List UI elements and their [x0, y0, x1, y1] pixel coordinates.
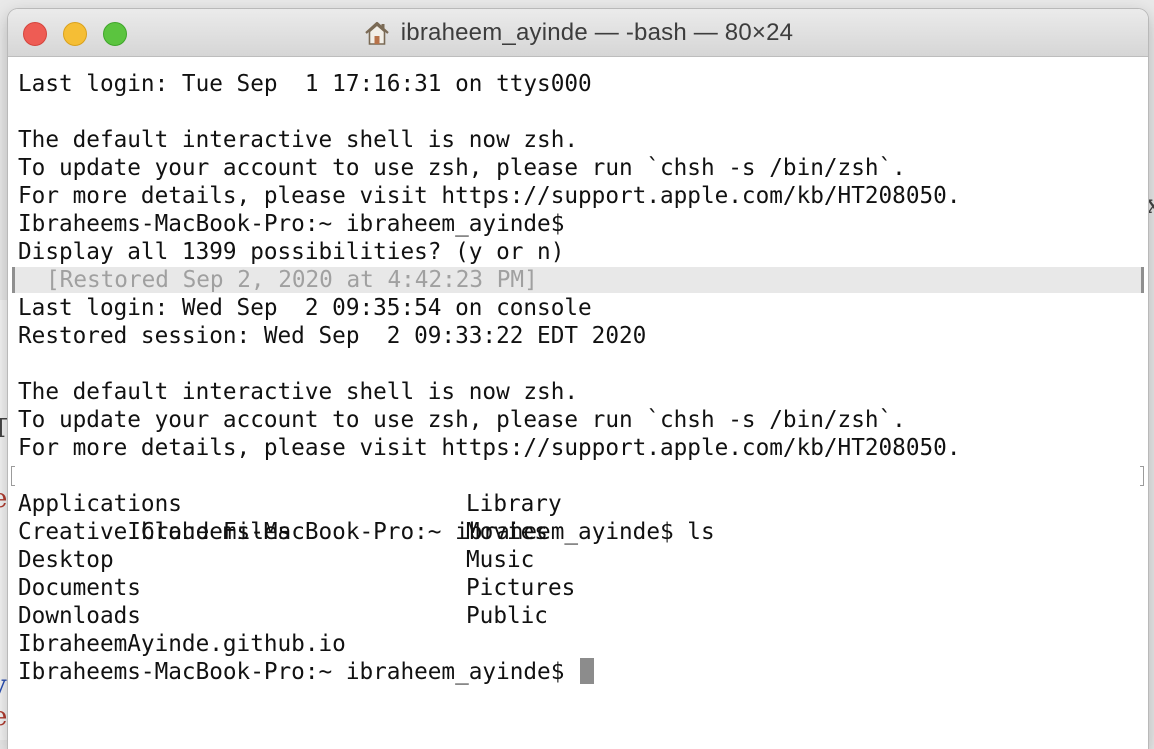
- terminal-line: To update your account to use zsh, pleas…: [18, 155, 906, 181]
- ls-entry: Library: [466, 491, 562, 517]
- ls-row: Applications Library: [18, 490, 960, 518]
- terminal-line: Ibraheems-MacBook-Pro:~ ibraheem_ayinde$: [18, 211, 565, 237]
- ls-entry: Public: [466, 603, 548, 629]
- ls-entry: IbraheemAyinde.github.io: [18, 631, 346, 657]
- terminal-line: Display all 1399 possibilities? (y or n): [18, 239, 565, 265]
- ls-entry: Applications: [18, 491, 182, 517]
- prompt-text: Ibraheems-MacBook-Pro:~ ibraheem_ayinde$: [18, 659, 579, 685]
- title-bar[interactable]: ibraheem_ayinde — -bash — 80×24: [8, 9, 1148, 57]
- terminal-line: Restored session: Wed Sep 2 09:33:22 EDT…: [18, 323, 647, 349]
- ls-entry: Movies: [466, 519, 548, 545]
- ls-row: IbraheemAyinde.github.io: [18, 630, 960, 658]
- ls-entry: Music: [466, 547, 535, 573]
- terminal-line: The default interactive shell is now zsh…: [18, 127, 579, 153]
- ls-entry: Documents: [18, 575, 141, 601]
- ls-entry: Pictures: [466, 575, 576, 601]
- terminal-content[interactable]: Last login: Tue Sep 1 17:16:31 on ttys00…: [8, 57, 1148, 749]
- terminal-line: To update your account to use zsh, pleas…: [18, 407, 906, 433]
- ls-entry: Desktop: [18, 547, 114, 573]
- terminal-window: ibraheem_ayinde — -bash — 80×24 Last log…: [8, 9, 1148, 749]
- terminal-line: For more details, please visit https://s…: [18, 435, 961, 461]
- prompt-line[interactable]: Ibraheems-MacBook-Pro:~ ibraheem_ayinde$: [18, 658, 960, 686]
- background-text: e: [0, 704, 7, 730]
- restored-marker-text: [Restored Sep 2, 2020 at 4:42:23 PM]: [46, 267, 538, 293]
- ls-row: Creative Cloud Files Movies: [18, 518, 960, 546]
- window-title: ibraheem_ayinde — -bash — 80×24: [400, 19, 794, 46]
- mark-bracket-right: [1140, 466, 1144, 486]
- restored-session-marker: [Restored Sep 2, 2020 at 4:42:23 PM]: [12, 266, 1144, 294]
- terminal-line: Last login: Wed Sep 2 09:35:54 on consol…: [18, 295, 592, 321]
- terminal-line: The default interactive shell is now zsh…: [18, 379, 579, 405]
- terminal-output: Last login: Tue Sep 1 17:16:31 on ttys00…: [11, 70, 1144, 686]
- ls-row: Downloads Public: [18, 602, 960, 630]
- home-icon: [365, 21, 389, 45]
- command-line-mark: Ibraheems-MacBook-Pro:~ ibraheem_ayinde$…: [11, 462, 1144, 545]
- terminal-line: Last login: Tue Sep 1 17:16:31 on ttys00…: [18, 71, 592, 97]
- ls-entry: Creative Cloud Files: [18, 519, 292, 545]
- ls-row: Desktop Music: [18, 546, 960, 574]
- ls-entry: Downloads: [18, 603, 141, 629]
- mark-bracket-left: [11, 466, 15, 486]
- background-text: e: [0, 486, 7, 512]
- ls-row: Documents Pictures: [18, 574, 960, 602]
- terminal-line: For more details, please visit https://s…: [18, 183, 961, 209]
- text-cursor: [580, 658, 595, 684]
- background-text: y: [0, 672, 7, 698]
